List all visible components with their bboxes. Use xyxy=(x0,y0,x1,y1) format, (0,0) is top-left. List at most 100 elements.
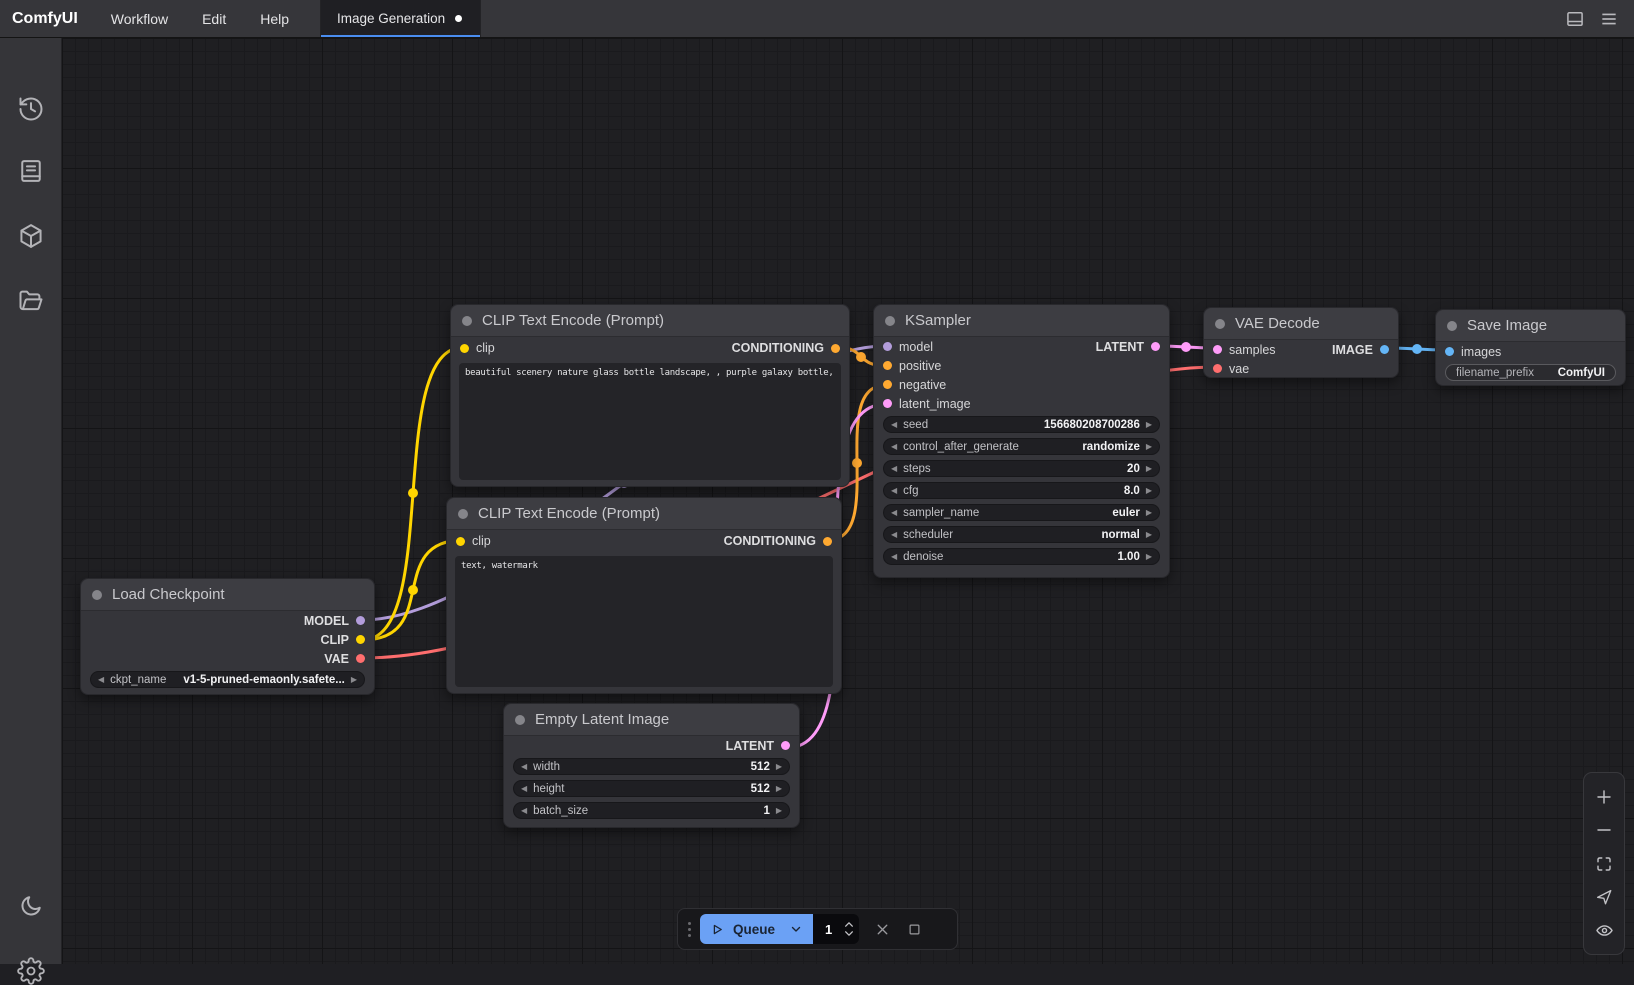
zoom-in-icon[interactable] xyxy=(1594,787,1614,807)
hamburger-menu-icon[interactable] xyxy=(1598,8,1620,30)
menu-workflow[interactable]: Workflow xyxy=(94,0,185,37)
widget-cfg[interactable]: ◀cfg8.0▶ xyxy=(883,482,1160,499)
clip-input-dot[interactable] xyxy=(456,537,465,546)
decrement-arrow-icon[interactable]: ◀ xyxy=(521,785,527,793)
history-icon[interactable] xyxy=(17,95,45,123)
increment-chevron-icon[interactable] xyxy=(844,921,854,928)
collapse-dot-icon[interactable] xyxy=(1447,321,1457,331)
collapse-dot-icon[interactable] xyxy=(462,316,472,326)
increment-arrow-icon[interactable]: ▶ xyxy=(1146,531,1152,539)
model-library-icon[interactable] xyxy=(17,222,45,250)
collapse-dot-icon[interactable] xyxy=(885,316,895,326)
drag-handle-icon[interactable] xyxy=(688,922,691,937)
collapse-dot-icon[interactable] xyxy=(458,509,468,519)
select-mode-cursor-icon[interactable] xyxy=(1594,887,1614,907)
unsaved-indicator-dot[interactable] xyxy=(455,15,462,22)
increment-arrow-icon[interactable]: ▶ xyxy=(1146,421,1152,429)
workflows-folder-icon[interactable] xyxy=(17,287,45,315)
node-title-bar[interactable]: Load Checkpoint xyxy=(81,579,374,611)
node-empty-latent-image[interactable]: Empty Latent Image LATENT ◀width512▶ ◀he… xyxy=(503,703,800,828)
clip-output-dot[interactable] xyxy=(356,635,365,644)
widget-seed[interactable]: ◀seed156680208700286▶ xyxy=(883,416,1160,433)
node-library-icon[interactable] xyxy=(17,157,45,185)
decrement-arrow-icon[interactable]: ◀ xyxy=(891,465,897,473)
latent-image-input-dot[interactable] xyxy=(883,399,892,408)
batch-count-input[interactable]: 1 xyxy=(813,914,859,944)
vae-output-dot[interactable] xyxy=(356,654,365,663)
increment-arrow-icon[interactable]: ▶ xyxy=(776,807,782,815)
node-title-bar[interactable]: CLIP Text Encode (Prompt) xyxy=(451,305,849,337)
widget-height[interactable]: ◀height512▶ xyxy=(513,780,790,797)
increment-arrow-icon[interactable]: ▶ xyxy=(1146,487,1152,495)
clear-queue-icon[interactable] xyxy=(873,920,891,938)
negative-input-dot[interactable] xyxy=(883,380,892,389)
stop-icon[interactable] xyxy=(905,920,923,938)
increment-arrow-icon[interactable]: ▶ xyxy=(1146,465,1152,473)
widget-steps[interactable]: ◀steps20▶ xyxy=(883,460,1160,477)
menu-edit[interactable]: Edit xyxy=(185,0,243,37)
node-graph-canvas[interactable] xyxy=(62,38,1634,964)
zoom-out-icon[interactable] xyxy=(1594,820,1614,840)
decrement-arrow-icon[interactable]: ◀ xyxy=(891,531,897,539)
conditioning-output-dot[interactable] xyxy=(831,344,840,353)
widget-ckpt-name[interactable]: ◀ ckpt_name v1-5-pruned-emaonly.safete..… xyxy=(90,671,365,688)
latent-output-dot[interactable] xyxy=(1151,342,1160,351)
increment-arrow-icon[interactable]: ▶ xyxy=(1146,509,1152,517)
vae-input-dot[interactable] xyxy=(1213,364,1222,373)
node-load-checkpoint[interactable]: Load Checkpoint MODEL CLIP VAE ◀ ckpt_na… xyxy=(80,578,375,695)
increment-arrow-icon[interactable]: ▶ xyxy=(776,785,782,793)
increment-arrow-icon[interactable]: ▶ xyxy=(776,763,782,771)
fit-view-icon[interactable] xyxy=(1594,854,1614,874)
decrement-arrow-icon[interactable]: ◀ xyxy=(891,553,897,561)
decrement-arrow-icon[interactable]: ◀ xyxy=(891,487,897,495)
widget-scheduler[interactable]: ◀schedulernormal▶ xyxy=(883,526,1160,543)
decrement-arrow-icon[interactable]: ◀ xyxy=(891,421,897,429)
collapse-dot-icon[interactable] xyxy=(515,715,525,725)
increment-arrow-icon[interactable]: ▶ xyxy=(1146,553,1152,561)
node-clip-text-encode-negative[interactable]: CLIP Text Encode (Prompt) clip CONDITION… xyxy=(446,497,842,694)
bottom-panel-toggle-icon[interactable] xyxy=(1564,8,1586,30)
prompt-textarea[interactable]: text, watermark xyxy=(455,556,833,687)
increment-arrow-icon[interactable]: ▶ xyxy=(1146,443,1152,451)
tab-image-generation[interactable]: Image Generation xyxy=(321,0,481,37)
widget-sampler-name[interactable]: ◀sampler_nameeuler▶ xyxy=(883,504,1160,521)
image-output-dot[interactable] xyxy=(1380,345,1389,354)
collapse-dot-icon[interactable] xyxy=(1215,319,1225,329)
decrement-chevron-icon[interactable] xyxy=(844,930,854,937)
decrement-arrow-icon[interactable]: ◀ xyxy=(521,807,527,815)
increment-arrow-icon[interactable]: ▶ xyxy=(351,676,357,684)
node-title-bar[interactable]: VAE Decode xyxy=(1204,308,1398,340)
positive-input-dot[interactable] xyxy=(883,361,892,370)
node-clip-text-encode-positive[interactable]: CLIP Text Encode (Prompt) clip CONDITION… xyxy=(450,304,850,487)
widget-batch-size[interactable]: ◀batch_size1▶ xyxy=(513,802,790,819)
decrement-arrow-icon[interactable]: ◀ xyxy=(891,509,897,517)
decrement-arrow-icon[interactable]: ◀ xyxy=(521,763,527,771)
clip-input-dot[interactable] xyxy=(460,344,469,353)
decrement-arrow-icon[interactable]: ◀ xyxy=(891,443,897,451)
model-input-dot[interactable] xyxy=(883,342,892,351)
collapse-dot-icon[interactable] xyxy=(92,590,102,600)
widget-width[interactable]: ◀width512▶ xyxy=(513,758,790,775)
queue-dropdown-chevron-icon[interactable] xyxy=(783,922,803,936)
theme-moon-icon[interactable] xyxy=(17,892,45,920)
widget-control-after-generate[interactable]: ◀control_after_generaterandomize▶ xyxy=(883,438,1160,455)
node-title-bar[interactable]: CLIP Text Encode (Prompt) xyxy=(447,498,841,530)
prompt-textarea[interactable]: beautiful scenery nature glass bottle la… xyxy=(459,363,841,480)
queue-button[interactable]: Queue xyxy=(700,914,813,944)
samples-input-dot[interactable] xyxy=(1213,345,1222,354)
node-title-bar[interactable]: Empty Latent Image xyxy=(504,704,799,736)
node-vae-decode[interactable]: VAE Decode samples IMAGE vae xyxy=(1203,307,1399,378)
node-save-image[interactable]: Save Image images filename_prefix ComfyU… xyxy=(1435,309,1626,386)
node-title-bar[interactable]: Save Image xyxy=(1436,310,1625,342)
widget-filename-prefix[interactable]: filename_prefix ComfyUI xyxy=(1445,364,1616,381)
node-ksampler[interactable]: KSampler model LATENT positive negative … xyxy=(873,304,1170,578)
decrement-arrow-icon[interactable]: ◀ xyxy=(98,676,104,684)
settings-gear-icon[interactable] xyxy=(17,957,45,985)
menu-help[interactable]: Help xyxy=(243,0,306,37)
latent-output-dot[interactable] xyxy=(781,741,790,750)
widget-denoise[interactable]: ◀denoise1.00▶ xyxy=(883,548,1160,565)
model-output-dot[interactable] xyxy=(356,616,365,625)
images-input-dot[interactable] xyxy=(1445,347,1454,356)
conditioning-output-dot[interactable] xyxy=(823,537,832,546)
node-title-bar[interactable]: KSampler xyxy=(874,305,1169,337)
